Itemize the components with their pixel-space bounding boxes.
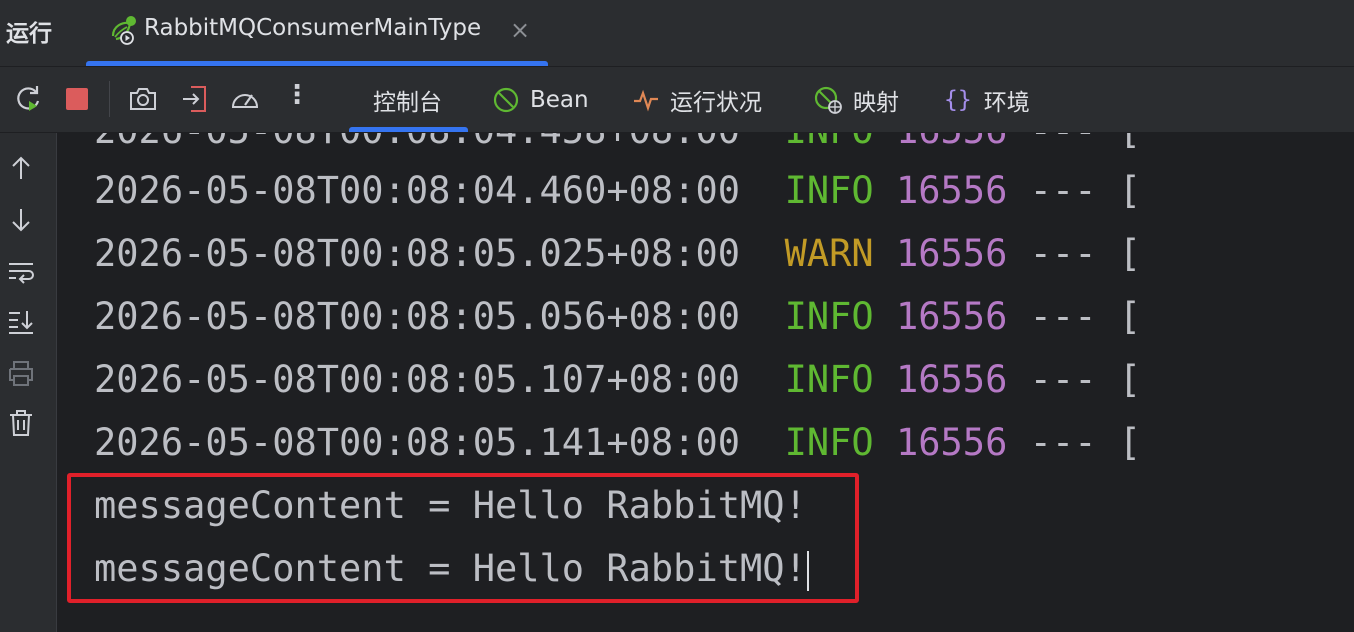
log-bracket: [ xyxy=(1118,295,1142,338)
exit-icon[interactable] xyxy=(179,83,211,115)
run-tool-window-title: 运行 xyxy=(6,21,52,47)
spring-run-icon xyxy=(111,16,136,45)
log-bracket: [ xyxy=(1119,133,1141,152)
log-line-partial: 2026-05-08T00:08:04.458+08:00 INFO 16556… xyxy=(94,133,1141,162)
log-separator: --- xyxy=(1029,295,1097,338)
mappings-icon xyxy=(814,86,842,114)
log-bracket: [ xyxy=(1118,358,1142,401)
log-pid: 16556 xyxy=(895,421,1008,464)
message-text: messageContent = Hello RabbitMQ! xyxy=(94,484,807,527)
stop-icon[interactable] xyxy=(61,83,93,115)
selected-tab-indicator xyxy=(86,61,548,66)
log-pid: 16556 xyxy=(895,295,1008,338)
log-level: WARN xyxy=(784,232,874,275)
log-timestamp: 2026-05-08T00:08:05.025+08:00 xyxy=(94,232,741,275)
log-line: 2026-05-08T00:08:04.460+08:00 INFO 16556… xyxy=(94,159,1141,222)
log-level: INFO xyxy=(784,421,874,464)
log-bracket: [ xyxy=(1118,421,1142,464)
run-config-tab[interactable]: RabbitMQConsumerMainType × xyxy=(86,0,548,66)
log-separator: --- xyxy=(1029,169,1097,212)
tab-bean[interactable]: Bean xyxy=(492,67,589,132)
log-separator: --- xyxy=(1029,421,1097,464)
log-pid: 16556 xyxy=(895,169,1008,212)
log-pid: 16556 xyxy=(895,358,1008,401)
log-timestamp: 2026-05-08T00:08:05.056+08:00 xyxy=(94,295,741,338)
log-line: 2026-05-08T00:08:05.141+08:00 INFO 16556… xyxy=(94,411,1141,474)
log-pid: 16556 xyxy=(895,232,1008,275)
soft-wrap-icon[interactable] xyxy=(6,256,36,286)
tab-mappings[interactable]: 映射 xyxy=(813,67,899,132)
camera-icon[interactable] xyxy=(127,83,159,115)
selected-tab-indicator xyxy=(349,127,468,132)
log-bracket: [ xyxy=(1118,232,1142,275)
pulse-icon xyxy=(634,89,658,111)
log-line: 2026-05-08T00:08:05.107+08:00 INFO 16556… xyxy=(94,348,1141,411)
log-level: INFO xyxy=(784,295,874,338)
down-arrow-icon[interactable] xyxy=(6,205,36,235)
tab-environment-label: 环境 xyxy=(983,89,1030,116)
tab-mappings-label: 映射 xyxy=(853,89,899,116)
log-timestamp: 2026-05-08T00:08:04.458+08:00 xyxy=(94,133,740,152)
log-line: 2026-05-08T00:08:05.056+08:00 INFO 16556… xyxy=(94,285,1141,348)
more-vertical-icon[interactable]: ⋮ xyxy=(284,80,310,112)
close-icon[interactable]: × xyxy=(510,16,530,44)
log-separator: --- xyxy=(1030,133,1097,152)
tab-console[interactable]: 控制台 xyxy=(349,67,468,132)
text-caret xyxy=(806,550,809,591)
trash-icon[interactable] xyxy=(6,408,36,438)
gauge-icon[interactable] xyxy=(229,83,261,115)
log-timestamp: 2026-05-08T00:08:04.460+08:00 xyxy=(94,169,741,212)
log-timestamp: 2026-05-08T00:08:05.141+08:00 xyxy=(94,421,741,464)
tab-health-label: 运行状况 xyxy=(670,89,762,116)
log-timestamp: 2026-05-08T00:08:05.107+08:00 xyxy=(94,358,741,401)
log-bracket: [ xyxy=(1118,169,1142,212)
log-level: INFO xyxy=(785,133,874,152)
message-text: messageContent = Hello RabbitMQ! xyxy=(94,547,807,590)
log-pid: 16556 xyxy=(896,133,1007,152)
rerun-icon[interactable] xyxy=(12,83,44,115)
log-level: INFO xyxy=(784,169,874,212)
log-separator: --- xyxy=(1029,232,1097,275)
print-icon[interactable] xyxy=(6,358,36,388)
run-toolbar: ⋮ 控制台 Bean 运行状况 映射 {} 环境 xyxy=(0,67,1354,133)
log-separator: --- xyxy=(1029,358,1097,401)
tab-bean-label: Bean xyxy=(530,86,589,113)
tab-health[interactable]: 运行状况 xyxy=(632,67,762,132)
braces-icon: {} xyxy=(944,86,972,113)
toolbar-separator xyxy=(109,81,110,117)
console-output[interactable]: 2026-05-08T00:08:04.458+08:00 INFO 16556… xyxy=(57,133,1354,632)
bean-icon xyxy=(493,87,519,112)
scroll-to-end-icon[interactable] xyxy=(6,306,36,336)
run-config-tab-label: RabbitMQConsumerMainType xyxy=(144,15,482,41)
message-line: messageContent = Hello RabbitMQ! xyxy=(94,474,807,537)
tab-environment[interactable]: {} 环境 xyxy=(944,67,1030,132)
tab-console-label: 控制台 xyxy=(373,89,442,116)
console-side-toolbar xyxy=(0,133,57,632)
run-tool-window-header: 运行 RabbitMQConsumerMainType × xyxy=(0,0,1354,67)
message-line: messageContent = Hello RabbitMQ! xyxy=(94,537,809,600)
log-line: 2026-05-08T00:08:05.025+08:00 WARN 16556… xyxy=(94,222,1141,285)
log-level: INFO xyxy=(784,358,874,401)
up-arrow-icon[interactable] xyxy=(6,153,36,183)
